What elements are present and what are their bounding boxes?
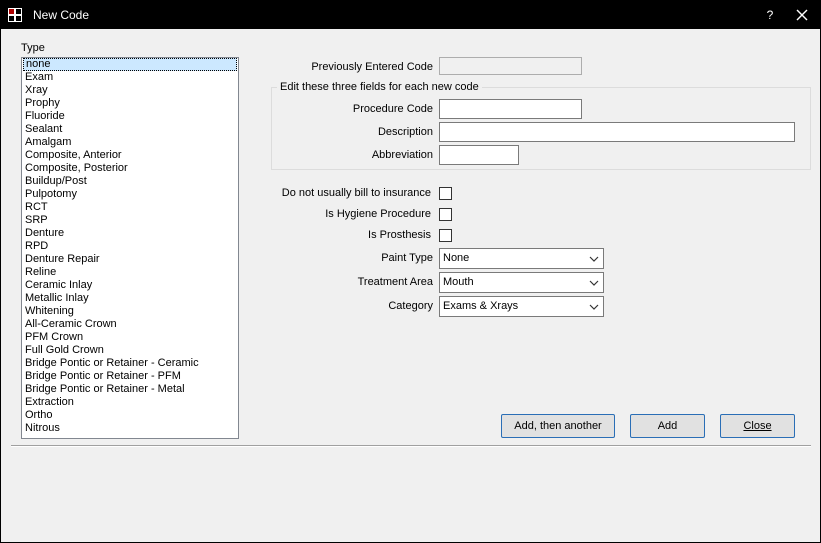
- list-item[interactable]: Amalgam: [22, 136, 238, 149]
- chevron-down-icon: [589, 256, 599, 262]
- list-item[interactable]: Reline: [22, 266, 238, 279]
- list-item[interactable]: Xray: [22, 84, 238, 97]
- list-item[interactable]: Pulpotomy: [22, 188, 238, 201]
- list-item[interactable]: Metallic Inlay: [22, 292, 238, 305]
- treatment-area-select[interactable]: Mouth: [439, 272, 604, 293]
- description-label: Description: [377, 126, 433, 138]
- list-item[interactable]: Composite, Posterior: [22, 162, 238, 175]
- list-item[interactable]: RPD: [22, 240, 238, 253]
- list-item[interactable]: Denture Repair: [22, 253, 238, 266]
- procedure-code-label: Procedure Code: [352, 103, 433, 115]
- paint-type-select[interactable]: None: [439, 248, 604, 269]
- list-item[interactable]: Exam: [22, 71, 238, 84]
- list-item[interactable]: Ortho: [22, 409, 238, 422]
- group-title: Edit these three fields for each new cod…: [277, 81, 482, 93]
- category-label: Category: [388, 300, 433, 312]
- procedure-code-input[interactable]: [439, 99, 582, 119]
- prosthesis-label: Is Prosthesis: [368, 229, 431, 241]
- add-then-another-button[interactable]: Add, then another: [501, 414, 615, 438]
- category-select[interactable]: Exams & Xrays: [439, 296, 604, 317]
- dialog-content: Type none Exam Xray Prophy Fluoride Sealant Am…: [1, 29, 820, 542]
- close-button-label: Close: [743, 420, 772, 432]
- list-item[interactable]: PFM Crown: [22, 331, 238, 344]
- paint-type-label: Paint Type: [381, 252, 433, 264]
- close-button[interactable]: Close: [720, 414, 795, 438]
- list-item[interactable]: Composite, Anterior: [22, 149, 238, 162]
- close-icon: [796, 9, 808, 21]
- bottom-separator: [11, 445, 811, 447]
- add-button[interactable]: Add: [630, 414, 705, 438]
- new-code-window: New Code ? Type none Exam Xray Prophy Fluori…: [0, 0, 821, 543]
- treatment-area-label: Treatment Area: [357, 276, 433, 288]
- list-item[interactable]: All-Ceramic Crown: [22, 318, 238, 331]
- list-item[interactable]: none: [23, 58, 237, 71]
- list-item[interactable]: Full Gold Crown: [22, 344, 238, 357]
- type-listbox[interactable]: none Exam Xray Prophy Fluoride Sealant Amalgam…: [21, 57, 239, 439]
- list-item[interactable]: Bridge Pontic or Retainer - Ceramic: [22, 357, 238, 370]
- chevron-down-icon: [589, 304, 599, 310]
- help-icon: ?: [766, 8, 774, 22]
- list-item[interactable]: Fluoride: [22, 110, 238, 123]
- category-value: Exams & Xrays: [443, 300, 519, 312]
- list-item[interactable]: Extraction: [22, 396, 238, 409]
- previously-entered-field: [439, 57, 582, 75]
- description-input[interactable]: [439, 122, 795, 142]
- list-item[interactable]: Bridge Pontic or Retainer - PFM: [22, 370, 238, 383]
- window-close-button[interactable]: [787, 1, 817, 29]
- type-label: Type: [21, 42, 45, 54]
- previously-entered-label: Previously Entered Code: [311, 61, 433, 73]
- prosthesis-checkbox[interactable]: [439, 229, 452, 242]
- chevron-down-icon: [589, 280, 599, 286]
- list-item[interactable]: Prophy: [22, 97, 238, 110]
- list-item[interactable]: Nitrous: [22, 422, 238, 435]
- list-item[interactable]: Whitening: [22, 305, 238, 318]
- list-item[interactable]: Denture: [22, 227, 238, 240]
- paint-type-value: None: [443, 252, 470, 264]
- treatment-area-value: Mouth: [443, 276, 474, 288]
- list-item[interactable]: Bridge Pontic or Retainer - Metal: [22, 383, 238, 396]
- list-item[interactable]: RCT: [22, 201, 238, 214]
- hygiene-checkbox[interactable]: [439, 208, 452, 221]
- no-bill-label: Do not usually bill to insurance: [281, 187, 431, 199]
- list-item[interactable]: Buildup/Post: [22, 175, 238, 188]
- list-item[interactable]: Ceramic Inlay: [22, 279, 238, 292]
- no-bill-checkbox[interactable]: [439, 187, 452, 200]
- app-grid-icon: [8, 8, 22, 22]
- abbreviation-label: Abbreviation: [371, 149, 433, 161]
- help-button[interactable]: ?: [755, 1, 785, 29]
- list-item[interactable]: Sealant: [22, 123, 238, 136]
- list-item[interactable]: SRP: [22, 214, 238, 227]
- title-bar: New Code ?: [1, 1, 820, 29]
- window-title: New Code: [33, 8, 90, 22]
- hygiene-label: Is Hygiene Procedure: [325, 208, 431, 220]
- abbreviation-input[interactable]: [439, 145, 519, 165]
